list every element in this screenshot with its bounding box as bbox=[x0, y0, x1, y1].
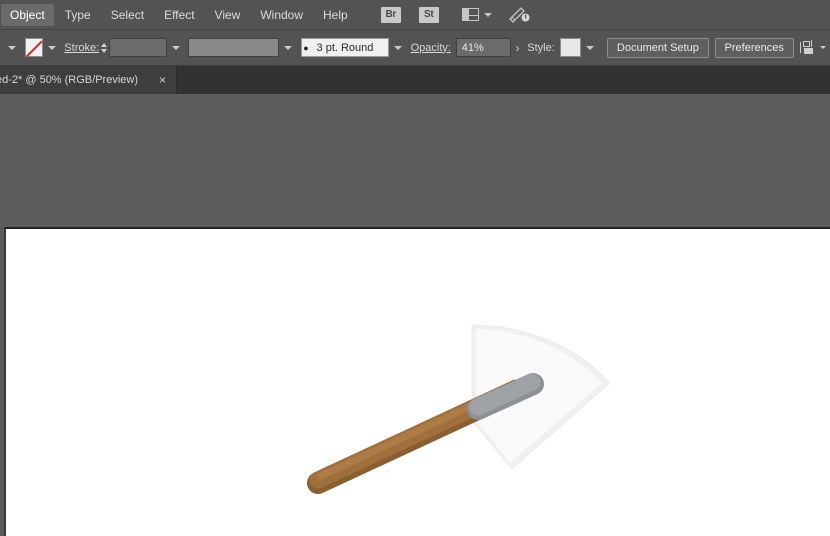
stroke-chevron-down-icon[interactable] bbox=[48, 46, 56, 50]
style-chevron-down-icon[interactable] bbox=[586, 46, 594, 50]
menu-item-effect[interactable]: Effect bbox=[155, 4, 203, 26]
artboard-canvas[interactable] bbox=[4, 227, 830, 536]
stroke-weight-input[interactable] bbox=[109, 38, 167, 57]
align-chevron-down-icon[interactable] bbox=[820, 46, 826, 49]
opacity-input[interactable]: 41% bbox=[456, 38, 512, 57]
menu-item-help[interactable]: Help bbox=[314, 4, 357, 26]
style-label: Style: bbox=[527, 42, 555, 54]
document-tab[interactable]: ed-2* @ 50% (RGB/Preview) × bbox=[0, 66, 177, 94]
stroke-weight-stepper[interactable] bbox=[101, 43, 107, 53]
workspace bbox=[0, 94, 830, 536]
menu-bar: Object Type Select Effect View Window He… bbox=[0, 0, 830, 30]
brush-definition-select[interactable]: ● 3 pt. Round bbox=[301, 38, 389, 57]
graphic-style-swatch[interactable] bbox=[560, 38, 581, 57]
arrange-documents-button[interactable] bbox=[462, 8, 492, 21]
search-adobe-icon bbox=[508, 6, 532, 24]
search-adobe-button[interactable] bbox=[508, 6, 532, 24]
stroke-label: Stroke: bbox=[64, 42, 99, 54]
align-objects-icon[interactable] bbox=[800, 40, 817, 55]
stock-icon[interactable]: St bbox=[419, 7, 439, 23]
stroke-profile-chevron-down-icon[interactable] bbox=[284, 46, 292, 50]
document-tab-bar: ed-2* @ 50% (RGB/Preview) × bbox=[0, 66, 830, 94]
preferences-button[interactable]: Preferences bbox=[715, 38, 794, 58]
control-bar: Stroke: ● 3 pt. Round Opacity: 41% › Sty… bbox=[0, 30, 830, 66]
fill-chevron-down-icon[interactable] bbox=[8, 46, 16, 50]
menu-item-window[interactable]: Window bbox=[251, 4, 312, 26]
document-setup-button[interactable]: Document Setup bbox=[607, 38, 709, 58]
stroke-weight-chevron-down-icon[interactable] bbox=[172, 46, 180, 50]
brush-definition-value: 3 pt. Round bbox=[317, 42, 374, 54]
opacity-flyout-arrow-icon[interactable]: › bbox=[511, 42, 523, 54]
document-tab-title: ed-2* @ 50% (RGB/Preview) bbox=[0, 74, 138, 86]
stroke-profile-input[interactable] bbox=[188, 38, 279, 57]
menu-item-object[interactable]: Object bbox=[1, 4, 54, 26]
menu-item-view[interactable]: View bbox=[206, 4, 250, 26]
artwork-paint-brush[interactable] bbox=[6, 229, 830, 536]
menu-item-type[interactable]: Type bbox=[56, 4, 100, 26]
brush-chevron-down-icon[interactable] bbox=[394, 46, 402, 50]
fill-color-swatch[interactable] bbox=[25, 38, 43, 57]
menu-item-select[interactable]: Select bbox=[102, 4, 153, 26]
arrange-documents-icon bbox=[462, 8, 479, 21]
opacity-label: Opacity: bbox=[411, 42, 451, 54]
bridge-icon[interactable]: Br bbox=[381, 7, 401, 23]
chevron-down-icon[interactable] bbox=[484, 13, 492, 17]
illustrator-window: Object Type Select Effect View Window He… bbox=[0, 0, 830, 536]
close-icon[interactable]: × bbox=[155, 74, 170, 86]
